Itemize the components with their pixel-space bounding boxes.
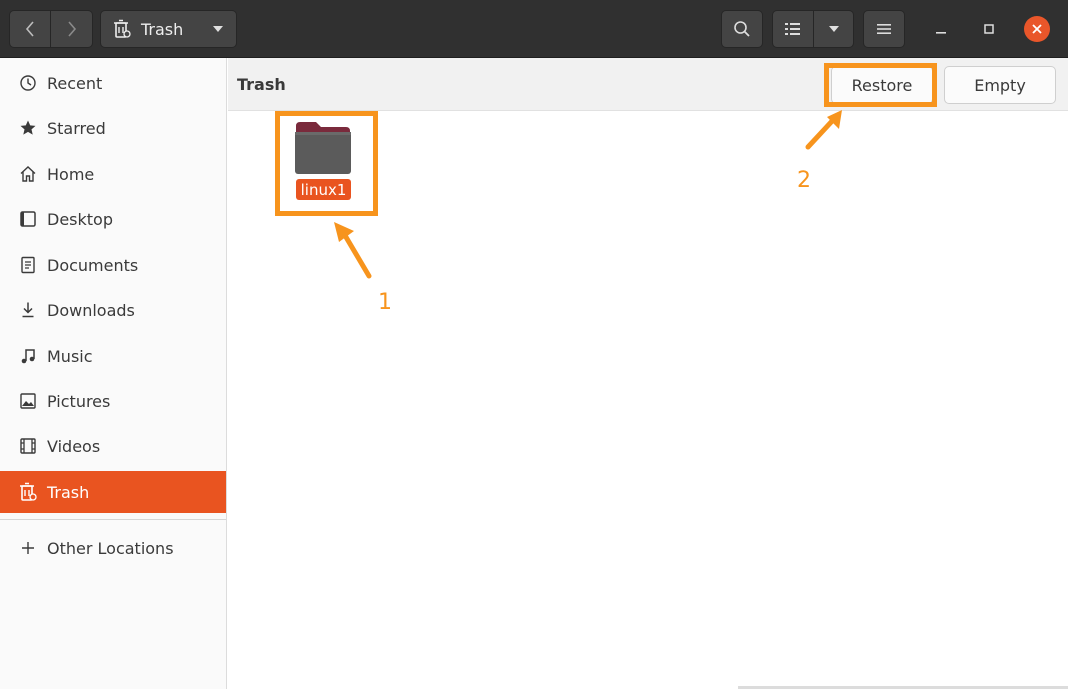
sidebar-item-label: Recent bbox=[47, 73, 103, 93]
picture-icon bbox=[18, 391, 38, 411]
sidebar-item-label: Desktop bbox=[47, 209, 113, 229]
chevron-right-icon bbox=[67, 21, 76, 37]
view-group bbox=[772, 10, 854, 48]
download-icon bbox=[18, 300, 38, 320]
list-view-icon bbox=[785, 23, 800, 35]
trash-icon bbox=[114, 19, 131, 38]
document-icon bbox=[18, 255, 38, 275]
chevron-down-icon bbox=[828, 26, 839, 32]
maximize-icon bbox=[984, 24, 994, 34]
highlight-box-restore bbox=[824, 63, 937, 107]
search-button[interactable] bbox=[721, 10, 763, 48]
search-group bbox=[721, 10, 763, 48]
star-icon bbox=[18, 118, 38, 138]
sidebar-item-label: Downloads bbox=[47, 300, 135, 320]
plus-icon bbox=[18, 538, 38, 558]
sidebar-item-label: Starred bbox=[47, 118, 106, 138]
desktop-icon bbox=[18, 209, 38, 229]
sidebar-item-downloads[interactable]: Downloads bbox=[0, 289, 226, 331]
close-icon bbox=[1032, 24, 1042, 34]
menu-group bbox=[863, 10, 905, 48]
sidebar-item-label: Home bbox=[47, 164, 95, 184]
sidebar-item-starred[interactable]: Starred bbox=[0, 107, 226, 149]
sidebar-item-documents[interactable]: Documents bbox=[0, 244, 226, 286]
location-label: Trash bbox=[141, 19, 184, 39]
sidebar-item-home[interactable]: Home bbox=[0, 153, 226, 195]
sidebar-item-music[interactable]: Music bbox=[0, 335, 226, 377]
empty-label: Empty bbox=[974, 75, 1026, 95]
sidebar-item-desktop[interactable]: Desktop bbox=[0, 198, 226, 240]
forward-button[interactable] bbox=[51, 10, 93, 48]
sidebar-item-label: Other Locations bbox=[47, 538, 174, 558]
trash-action-bar: Trash Restore Empty bbox=[228, 58, 1068, 111]
file-manager-window: Trash Recent Starred Home Desktop Docume… bbox=[0, 0, 1068, 689]
chevron-left-icon bbox=[25, 21, 34, 37]
sidebar-item-videos[interactable]: Videos bbox=[0, 425, 226, 467]
location-button[interactable]: Trash bbox=[100, 10, 237, 48]
clock-icon bbox=[18, 73, 38, 93]
sidebar-item-pictures[interactable]: Pictures bbox=[0, 380, 226, 422]
hamburger-icon bbox=[877, 24, 891, 34]
empty-button[interactable]: Empty bbox=[944, 66, 1056, 104]
sidebar-item-label: Pictures bbox=[47, 391, 111, 411]
highlight-box-file bbox=[275, 111, 378, 216]
header-bar: Trash bbox=[0, 0, 1068, 58]
home-icon bbox=[18, 164, 38, 184]
sidebar-item-recent[interactable]: Recent bbox=[0, 62, 226, 104]
maximize-button[interactable] bbox=[974, 14, 1004, 44]
list-view-button[interactable] bbox=[772, 10, 814, 48]
back-button[interactable] bbox=[9, 10, 51, 48]
chevron-down-icon bbox=[213, 26, 223, 32]
sidebar-item-other-locations[interactable]: Other Locations bbox=[0, 527, 226, 569]
search-icon bbox=[734, 21, 750, 37]
menu-button[interactable] bbox=[863, 10, 905, 48]
sidebar-item-trash[interactable]: Trash bbox=[0, 471, 226, 513]
sidebar-item-label: Documents bbox=[47, 255, 139, 275]
annotation-label-2: 2 bbox=[797, 168, 811, 193]
minimize-button[interactable] bbox=[926, 14, 956, 44]
minimize-icon bbox=[936, 32, 946, 34]
sidebar-item-label: Videos bbox=[47, 436, 101, 456]
sidebar-divider bbox=[0, 519, 226, 520]
close-button[interactable] bbox=[1024, 16, 1050, 42]
video-icon bbox=[18, 436, 38, 456]
trash-icon bbox=[18, 482, 38, 502]
sidebar-item-label: Trash bbox=[47, 482, 90, 502]
sidebar-item-label: Music bbox=[47, 346, 93, 366]
music-icon bbox=[18, 346, 38, 366]
page-title: Trash bbox=[237, 75, 286, 94]
view-options-button[interactable] bbox=[814, 10, 854, 48]
annotation-label-1: 1 bbox=[378, 290, 392, 315]
navigation-buttons bbox=[9, 10, 93, 48]
sidebar: Recent Starred Home Desktop Documents Do… bbox=[0, 58, 227, 689]
